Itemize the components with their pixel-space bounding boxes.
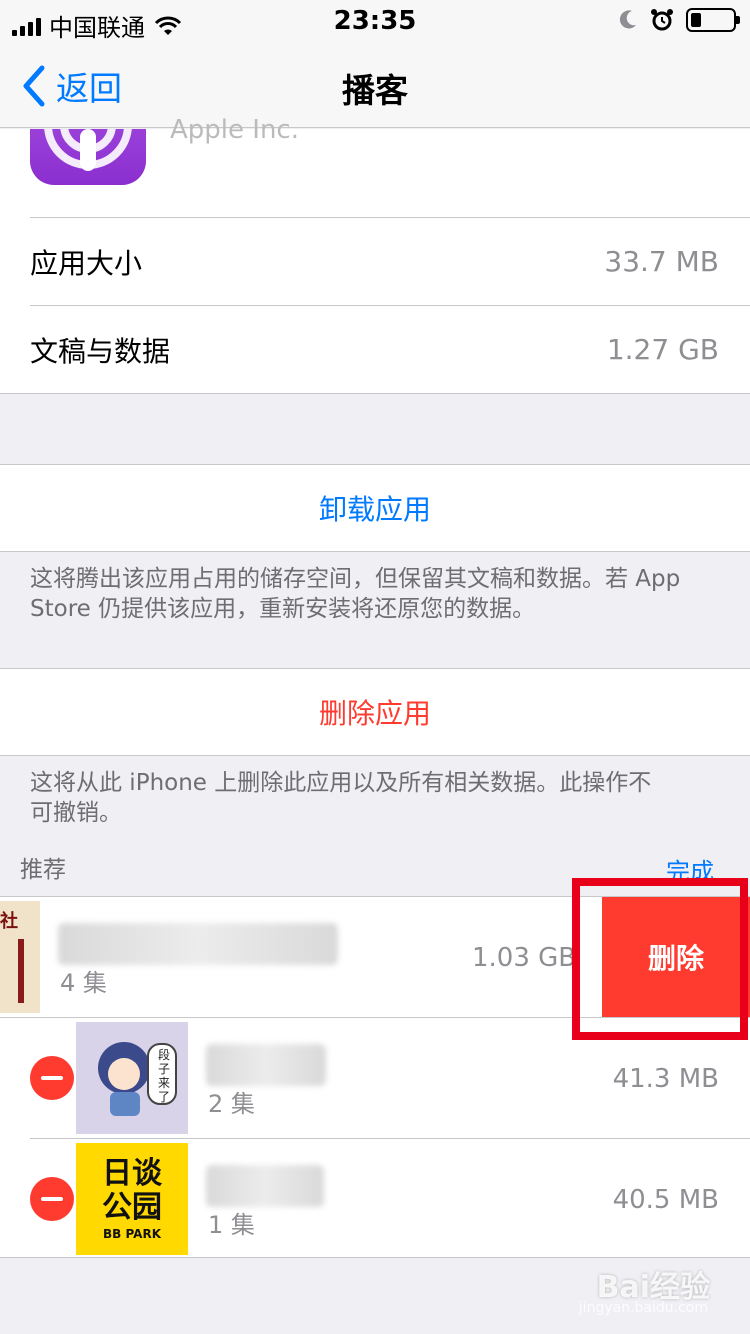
nav-bar: 返回 播客 — [0, 40, 750, 128]
battery-icon — [686, 8, 740, 32]
status-right — [618, 8, 740, 32]
podcast-thumbnail: 社 — [0, 901, 40, 1013]
page-title: 播客 — [342, 71, 408, 110]
delete-minus-icon[interactable] — [30, 1177, 74, 1221]
app-size-label: 应用大小 — [30, 246, 143, 280]
documents-data-row: 文稿与数据 1.27 GB — [30, 305, 750, 393]
thumb-text: 社 — [0, 911, 18, 932]
watermark-url: jingyan.baidu.com — [578, 1300, 708, 1316]
podcasts-app-icon — [30, 129, 146, 185]
delete-app-label: 删除应用 — [318, 697, 431, 730]
podcast-size: 41.3 MB — [612, 1064, 719, 1094]
recommended-header: 推荐 — [20, 857, 66, 883]
delete-app-note: 这将从此 iPhone 上删除此应用以及所有相关数据。此操作不可撤销。 — [30, 770, 652, 826]
episode-count: 2 集 — [208, 1090, 255, 1118]
app-info-card: Apple Inc. 应用大小 33.7 MB 文稿与数据 1.27 GB — [0, 115, 750, 394]
thumb-line2: 公园 — [102, 1190, 162, 1225]
offload-app-label: 卸载应用 — [318, 493, 431, 526]
app-maker: Apple Inc. — [170, 115, 299, 145]
episode-count: 1 集 — [208, 1211, 255, 1239]
episode-count: 4 集 — [60, 969, 107, 997]
podcast-title-blurred — [206, 1165, 324, 1207]
documents-data-label: 文稿与数据 — [30, 334, 171, 368]
podcast-title-blurred — [206, 1044, 326, 1086]
status-bar: 中国联通 23:35 — [0, 0, 750, 42]
thumb-sub: BB PARK — [103, 1227, 161, 1241]
delete-app-button[interactable]: 删除应用 — [0, 668, 750, 756]
podcast-size: 40.5 MB — [612, 1185, 719, 1215]
podcast-thumbnail: 日谈 公园 BB PARK — [76, 1143, 188, 1255]
app-size-row: 应用大小 33.7 MB — [30, 217, 750, 305]
battery-fill — [691, 13, 701, 27]
offload-note: 这将腾出该应用占用的储存空间，但保留其文稿和数据。若 App Store 仍提供… — [30, 566, 681, 622]
moon-icon — [619, 10, 636, 29]
list-item[interactable]: 日谈 公园 BB PARK 1 集 40.5 MB — [0, 1139, 750, 1259]
podcast-title-blurred — [58, 923, 338, 965]
podcast-size: 1.03 GB — [472, 943, 577, 973]
offload-app-button[interactable]: 卸载应用 — [0, 464, 750, 552]
app-size-value: 33.7 MB — [604, 245, 719, 278]
podcast-thumbnail: 段子来了 — [76, 1022, 188, 1134]
highlight-box — [572, 878, 748, 1040]
thumb-caption: 段子来了 — [158, 1048, 171, 1104]
documents-data-value: 1.27 GB — [606, 333, 719, 366]
thumb-line1: 日谈 — [102, 1156, 162, 1191]
alarm-icon — [651, 9, 673, 31]
delete-minus-icon[interactable] — [30, 1056, 74, 1100]
